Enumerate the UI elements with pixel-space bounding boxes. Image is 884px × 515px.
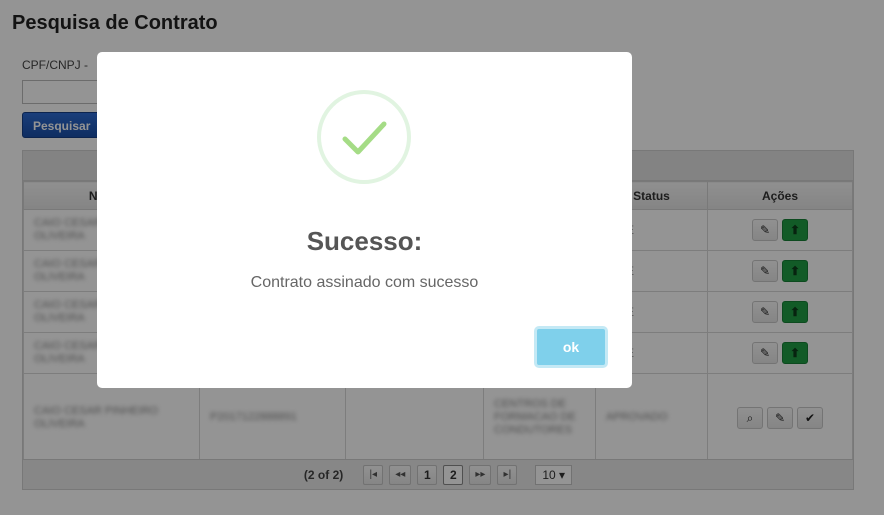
success-dialog: Sucesso: Contrato assinado com sucesso o…: [97, 52, 632, 388]
checkmark-icon: [342, 121, 387, 155]
dialog-title: Sucesso:: [306, 226, 423, 256]
success-icon: [317, 90, 411, 184]
ok-button[interactable]: ok: [534, 326, 608, 368]
dialog-message: Contrato assinado com sucesso: [250, 274, 479, 291]
